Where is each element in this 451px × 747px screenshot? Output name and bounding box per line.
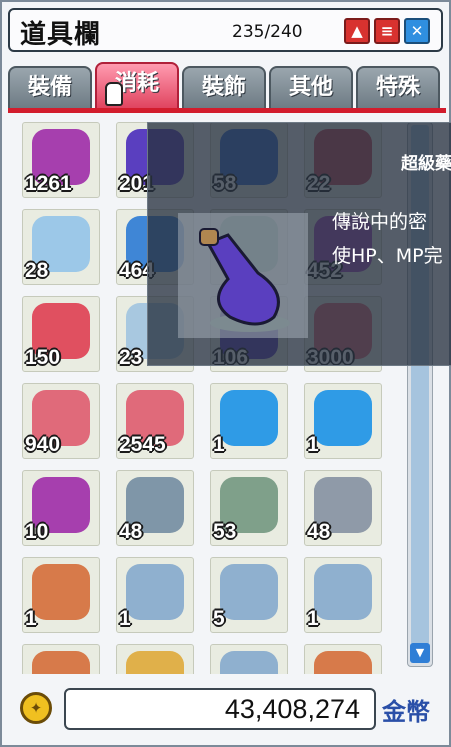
tab-divider [8, 108, 446, 113]
item-quantity: 5 [213, 607, 225, 630]
tooltip-description: 傳說中的密 使HP、MP完 [332, 205, 451, 273]
item-quantity: 28 [25, 259, 49, 282]
coin-icon: ✦ [20, 692, 52, 724]
item-tooltip: 超級藥 傳說中的密 使HP、MP完 [147, 122, 451, 366]
scroll-blue-icon [126, 564, 184, 620]
inventory-slot[interactable]: 48 [116, 470, 194, 546]
inventory-slot[interactable]: 5 [210, 557, 288, 633]
scroll-blue-icon [220, 651, 278, 674]
inventory-slot[interactable]: 28 [22, 209, 100, 285]
inventory-window: 道具欄 235/240 ▲ ≡ ✕ 裝備消耗裝飾其他特殊 12612015822… [0, 0, 451, 747]
item-quantity: 53 [213, 520, 237, 543]
inventory-slot[interactable]: 1 [22, 557, 100, 633]
inventory-slot[interactable]: 150 [22, 296, 100, 372]
title-bar[interactable]: 道具欄 235/240 ▲ ≡ ✕ [8, 8, 443, 52]
money-amount: 43,408,274 [64, 688, 376, 730]
arrange-up-button[interactable]: ▲ [344, 18, 370, 44]
tooltip-item-name: 超級藥 [401, 154, 451, 174]
inventory-slot[interactable]: 940 [22, 383, 100, 459]
inventory-slot[interactable] [210, 644, 288, 674]
scroll-yellow-icon [126, 651, 184, 674]
maple-leaf-icon [314, 390, 372, 446]
scroll-blue-icon [220, 564, 278, 620]
scroll-orange-icon [32, 564, 90, 620]
item-quantity: 2545 [119, 433, 166, 456]
tab-4[interactable]: 其他 [269, 66, 353, 108]
tooltip-desc-line: 使HP、MP完 [332, 245, 443, 267]
tooltip-item-image [178, 213, 308, 338]
item-quantity: 150 [25, 346, 61, 369]
inventory-slot[interactable] [304, 644, 382, 674]
scroll-down-button[interactable]: ▼ [410, 643, 430, 663]
inventory-slot[interactable]: 48 [304, 470, 382, 546]
money-unit-label: 金幣 [382, 698, 430, 726]
item-quantity: 940 [25, 433, 61, 456]
scroll-blue-icon [314, 564, 372, 620]
inventory-slot[interactable]: 1 [210, 383, 288, 459]
inventory-slot[interactable]: 1261 [22, 122, 100, 198]
tab-1[interactable]: 裝備 [8, 66, 92, 108]
inventory-slot[interactable]: 2545 [116, 383, 194, 459]
scroll-orange-icon [314, 651, 372, 674]
item-quantity: 1261 [25, 172, 72, 195]
item-quantity: 1 [307, 607, 319, 630]
scroll-orange-icon [32, 651, 90, 674]
item-quantity: 23 [119, 346, 143, 369]
expand-button[interactable]: ✕ [404, 18, 430, 44]
inventory-slot[interactable]: 1 [304, 557, 382, 633]
window-title: 道具欄 [20, 20, 102, 50]
item-quantity: 1 [213, 433, 225, 456]
inventory-slot[interactable]: 10 [22, 470, 100, 546]
item-quantity: 1 [119, 607, 131, 630]
inventory-slot[interactable]: 1 [304, 383, 382, 459]
tooltip-desc-line: 傳說中的密 [332, 211, 428, 233]
inventory-slot[interactable] [116, 644, 194, 674]
item-quantity: 1 [25, 607, 37, 630]
menu-button[interactable]: ≡ [374, 18, 400, 44]
tab-5[interactable]: 特殊 [356, 66, 440, 108]
item-quantity: 10 [25, 520, 49, 543]
maple-leaf-icon [220, 390, 278, 446]
item-quantity: 1 [307, 433, 319, 456]
item-quantity: 48 [119, 520, 143, 543]
inventory-slot[interactable] [22, 644, 100, 674]
inventory-slot[interactable]: 1 [116, 557, 194, 633]
slot-count: 235/240 [232, 22, 303, 42]
item-quantity: 48 [307, 520, 331, 543]
tab-3[interactable]: 裝飾 [182, 66, 266, 108]
money-bar: ✦ 43,408,274 金幣 [8, 682, 446, 742]
hand-cursor-icon [105, 82, 123, 106]
category-tabs: 裝備 消耗 裝飾 其他 特殊 [8, 62, 444, 112]
inventory-slot[interactable]: 53 [210, 470, 288, 546]
